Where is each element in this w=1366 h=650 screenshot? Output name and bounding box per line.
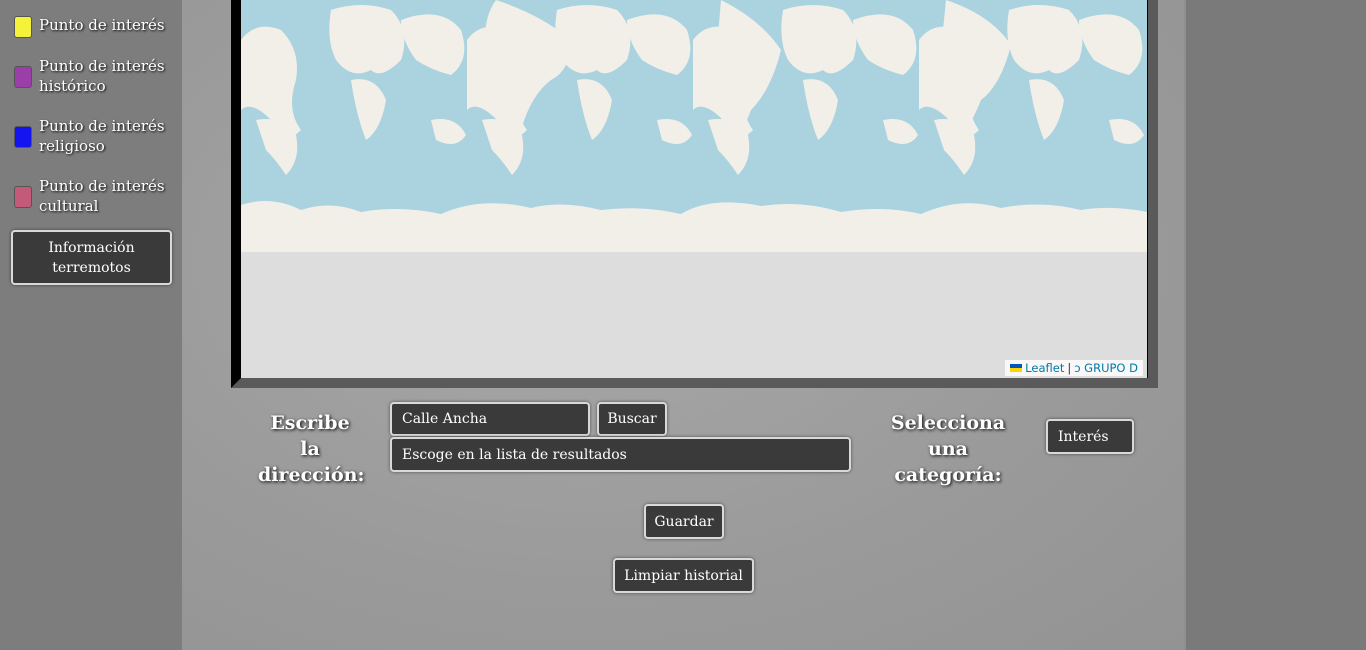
- legend-swatch-purple: [14, 66, 32, 88]
- left-sidebar: Punto de interés Punto de interés histór…: [0, 0, 182, 650]
- legend-item-historic: Punto de interés histórico: [14, 56, 165, 96]
- legend-item-interest: Punto de interés: [14, 15, 165, 38]
- legend-item-religious: Punto de interés religioso: [14, 116, 165, 156]
- legend-label: Punto de interés: [39, 57, 165, 75]
- clear-history-button[interactable]: Limpiar historial: [613, 558, 754, 593]
- earthquake-info-button[interactable]: Información terremotos: [11, 230, 172, 285]
- right-panel: [1184, 0, 1366, 650]
- address-input-value: Calle Ancha: [402, 411, 488, 427]
- attribution-separator: |: [1067, 361, 1072, 375]
- legend-label: Punto de interés: [39, 117, 165, 135]
- map-view[interactable]: Leaflet | ↄ GRUPO D: [241, 0, 1147, 378]
- map-attribution: Leaflet | ↄ GRUPO D: [1005, 360, 1143, 376]
- address-label: Escribe la dirección:: [258, 410, 365, 488]
- results-select[interactable]: Escoge en la lista de resultados: [390, 437, 851, 472]
- legend-item-cultural: Punto de interés cultural: [14, 176, 165, 216]
- category-label-line1: Selecciona una: [890, 412, 1006, 460]
- address-label-line2: dirección:: [258, 464, 365, 486]
- map-frame: Leaflet | ↄ GRUPO D: [231, 0, 1158, 388]
- legend-label: Punto de interés: [39, 16, 165, 34]
- category-label-line2: categoría:: [894, 464, 1002, 486]
- legend-label-sub: histórico: [39, 77, 106, 95]
- legend-label-sub: cultural: [39, 197, 99, 215]
- legend-swatch-yellow: [14, 16, 32, 38]
- address-label-line1: Escribe la: [270, 412, 350, 460]
- legend-label: Punto de interés: [39, 177, 165, 195]
- category-label: Selecciona una categoría:: [872, 410, 1024, 488]
- legend-swatch-blue: [14, 126, 32, 148]
- category-select-value: Interés: [1058, 428, 1109, 445]
- address-input[interactable]: Calle Ancha: [390, 402, 590, 436]
- legend-swatch-pink: [14, 186, 32, 208]
- legend-label-sub: religioso: [39, 137, 105, 155]
- save-button[interactable]: Guardar: [644, 504, 724, 539]
- copyright-link[interactable]: ↄ GRUPO D: [1074, 361, 1138, 375]
- ukraine-flag-icon: [1010, 364, 1023, 372]
- search-button[interactable]: Buscar: [597, 402, 667, 436]
- category-select[interactable]: Interés: [1046, 419, 1134, 454]
- results-select-value: Escoge en la lista de resultados: [402, 446, 627, 463]
- leaflet-link[interactable]: Leaflet: [1025, 361, 1064, 375]
- world-map-tiles: [241, 0, 1147, 378]
